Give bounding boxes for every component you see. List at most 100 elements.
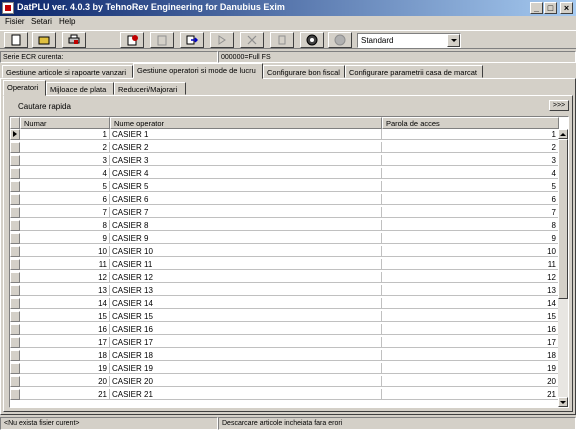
vertical-scrollbar[interactable] xyxy=(558,129,568,407)
table-row[interactable]: 1 CASIER 11 xyxy=(10,129,559,140)
row-indicator[interactable] xyxy=(10,129,20,140)
row-indicator[interactable] xyxy=(10,311,20,322)
cell-parola[interactable]: 6 xyxy=(382,194,559,205)
tab-gestiune-operatori[interactable]: Gestiune operatori si mode de lucru xyxy=(133,63,263,79)
cell-nume-operator[interactable]: CASIER 11 xyxy=(110,259,382,270)
row-indicator[interactable] xyxy=(10,207,20,218)
cell-numar[interactable]: 1 xyxy=(20,129,110,140)
table-row[interactable]: 21 CASIER 21 21 xyxy=(10,389,559,400)
cell-nume-operator[interactable]: CASIER 20 xyxy=(110,376,382,387)
cell-nume-operator[interactable]: CASIER 1 xyxy=(110,129,382,140)
cell-parola[interactable]: 11 xyxy=(382,259,559,270)
cell-nume-operator[interactable]: CASIER 3 xyxy=(110,155,382,166)
cell-parola[interactable]: 2 xyxy=(382,142,559,153)
table-row[interactable]: 7 CASIER 77 xyxy=(10,207,559,218)
table-row[interactable]: 20 CASIER 20 20 xyxy=(10,376,559,387)
cell-nume-operator[interactable]: CASIER 16 xyxy=(110,324,382,335)
cell-numar[interactable]: 21 xyxy=(20,389,110,400)
cell-parola[interactable]: 15 xyxy=(382,311,559,322)
cell-numar[interactable]: 14 xyxy=(20,298,110,309)
cell-numar[interactable]: 2 xyxy=(20,142,110,153)
send-button[interactable] xyxy=(180,32,204,48)
row-indicator[interactable] xyxy=(10,376,20,387)
table-row[interactable]: 18 CASIER 18 18 xyxy=(10,350,559,361)
cell-parola[interactable]: 21 xyxy=(382,389,559,400)
maximize-button[interactable]: □ xyxy=(544,2,557,14)
tab-operatori[interactable]: Operatori xyxy=(3,80,46,96)
cell-nume-operator[interactable]: CASIER 18 xyxy=(110,350,382,361)
cell-parola[interactable]: 8 xyxy=(382,220,559,231)
cell-nume-operator[interactable]: CASIER 15 xyxy=(110,311,382,322)
cell-parola[interactable]: 14 xyxy=(382,298,559,309)
minimize-button[interactable]: _ xyxy=(530,2,543,14)
column-header-parola[interactable]: Parola de acces xyxy=(382,117,559,129)
cell-numar[interactable]: 16 xyxy=(20,324,110,335)
menu-fisier[interactable]: Fisier xyxy=(5,17,25,26)
cell-parola[interactable]: 9 xyxy=(382,233,559,244)
tab-configurare-bon[interactable]: Configurare bon fiscal xyxy=(263,65,345,78)
cell-nume-operator[interactable]: CASIER 14 xyxy=(110,298,382,309)
row-indicator[interactable] xyxy=(10,285,20,296)
tab-mijloace-plata[interactable]: Mijloace de plata xyxy=(46,82,114,95)
print-button[interactable] xyxy=(62,32,86,48)
row-indicator[interactable] xyxy=(10,324,20,335)
cell-nume-operator[interactable]: CASIER 19 xyxy=(110,363,382,374)
cell-nume-operator[interactable]: CASIER 6 xyxy=(110,194,382,205)
row-indicator[interactable] xyxy=(10,168,20,179)
cell-numar[interactable]: 6 xyxy=(20,194,110,205)
add-record-button[interactable] xyxy=(120,32,144,48)
table-row[interactable]: 5 CASIER 55 xyxy=(10,181,559,192)
cell-parola[interactable]: 16 xyxy=(382,324,559,335)
row-indicator[interactable] xyxy=(10,337,20,348)
cell-numar[interactable]: 10 xyxy=(20,246,110,257)
row-indicator[interactable] xyxy=(10,363,20,374)
disk-button[interactable] xyxy=(300,32,324,48)
table-row[interactable]: 17 CASIER 17 17 xyxy=(10,337,559,348)
cell-nume-operator[interactable]: CASIER 10 xyxy=(110,246,382,257)
cell-numar[interactable]: 8 xyxy=(20,220,110,231)
table-row[interactable]: 12 CASIER 12 12 xyxy=(10,272,559,283)
cell-nume-operator[interactable]: CASIER 7 xyxy=(110,207,382,218)
cell-numar[interactable]: 11 xyxy=(20,259,110,270)
row-indicator[interactable] xyxy=(10,389,20,400)
row-indicator[interactable] xyxy=(10,194,20,205)
cell-numar[interactable]: 18 xyxy=(20,350,110,361)
table-row[interactable]: 9 CASIER 99 xyxy=(10,233,559,244)
cell-numar[interactable]: 20 xyxy=(20,376,110,387)
disabled-send-button[interactable] xyxy=(210,32,234,48)
table-row[interactable]: 14 CASIER 14 14 xyxy=(10,298,559,309)
table-row[interactable]: 16 CASIER 16 16 xyxy=(10,324,559,335)
chevron-down-icon[interactable] xyxy=(447,34,460,47)
disabled-circle-button[interactable] xyxy=(328,32,352,48)
cell-nume-operator[interactable]: CASIER 8 xyxy=(110,220,382,231)
tab-reduceri-majorari[interactable]: Reduceri/Majorari xyxy=(114,82,186,95)
scroll-down-icon[interactable] xyxy=(558,397,568,407)
cell-parola[interactable]: 10 xyxy=(382,246,559,257)
column-header-numar[interactable]: Numar xyxy=(20,117,110,129)
disabled-button[interactable] xyxy=(270,32,294,48)
cell-parola[interactable]: 7 xyxy=(382,207,559,218)
table-row[interactable]: 2 CASIER 22 xyxy=(10,142,559,153)
cell-nume-operator[interactable]: CASIER 9 xyxy=(110,233,382,244)
cell-numar[interactable]: 3 xyxy=(20,155,110,166)
cell-nume-operator[interactable]: CASIER 5 xyxy=(110,181,382,192)
cell-numar[interactable]: 5 xyxy=(20,181,110,192)
cell-numar[interactable]: 7 xyxy=(20,207,110,218)
menu-help[interactable]: Help xyxy=(59,17,75,26)
cell-numar[interactable]: 4 xyxy=(20,168,110,179)
cell-nume-operator[interactable]: CASIER 17 xyxy=(110,337,382,348)
row-indicator[interactable] xyxy=(10,259,20,270)
scroll-thumb[interactable] xyxy=(558,139,568,299)
table-row[interactable]: 8 CASIER 88 xyxy=(10,220,559,231)
table-row[interactable]: 6 CASIER 66 xyxy=(10,194,559,205)
tab-configurare-parametrii[interactable]: Configurare parametrii casa de marcat xyxy=(345,65,483,78)
close-button[interactable]: × xyxy=(560,2,573,14)
row-indicator[interactable] xyxy=(10,246,20,257)
menu-setari[interactable]: Setari xyxy=(31,17,52,26)
cell-numar[interactable]: 9 xyxy=(20,233,110,244)
tab-gestiune-articole[interactable]: Gestiune articole si rapoarte vanzari xyxy=(2,65,133,78)
row-indicator[interactable] xyxy=(10,220,20,231)
cell-numar[interactable]: 15 xyxy=(20,311,110,322)
cell-parola[interactable]: 19 xyxy=(382,363,559,374)
table-row[interactable]: 10 CASIER 10 10 xyxy=(10,246,559,257)
